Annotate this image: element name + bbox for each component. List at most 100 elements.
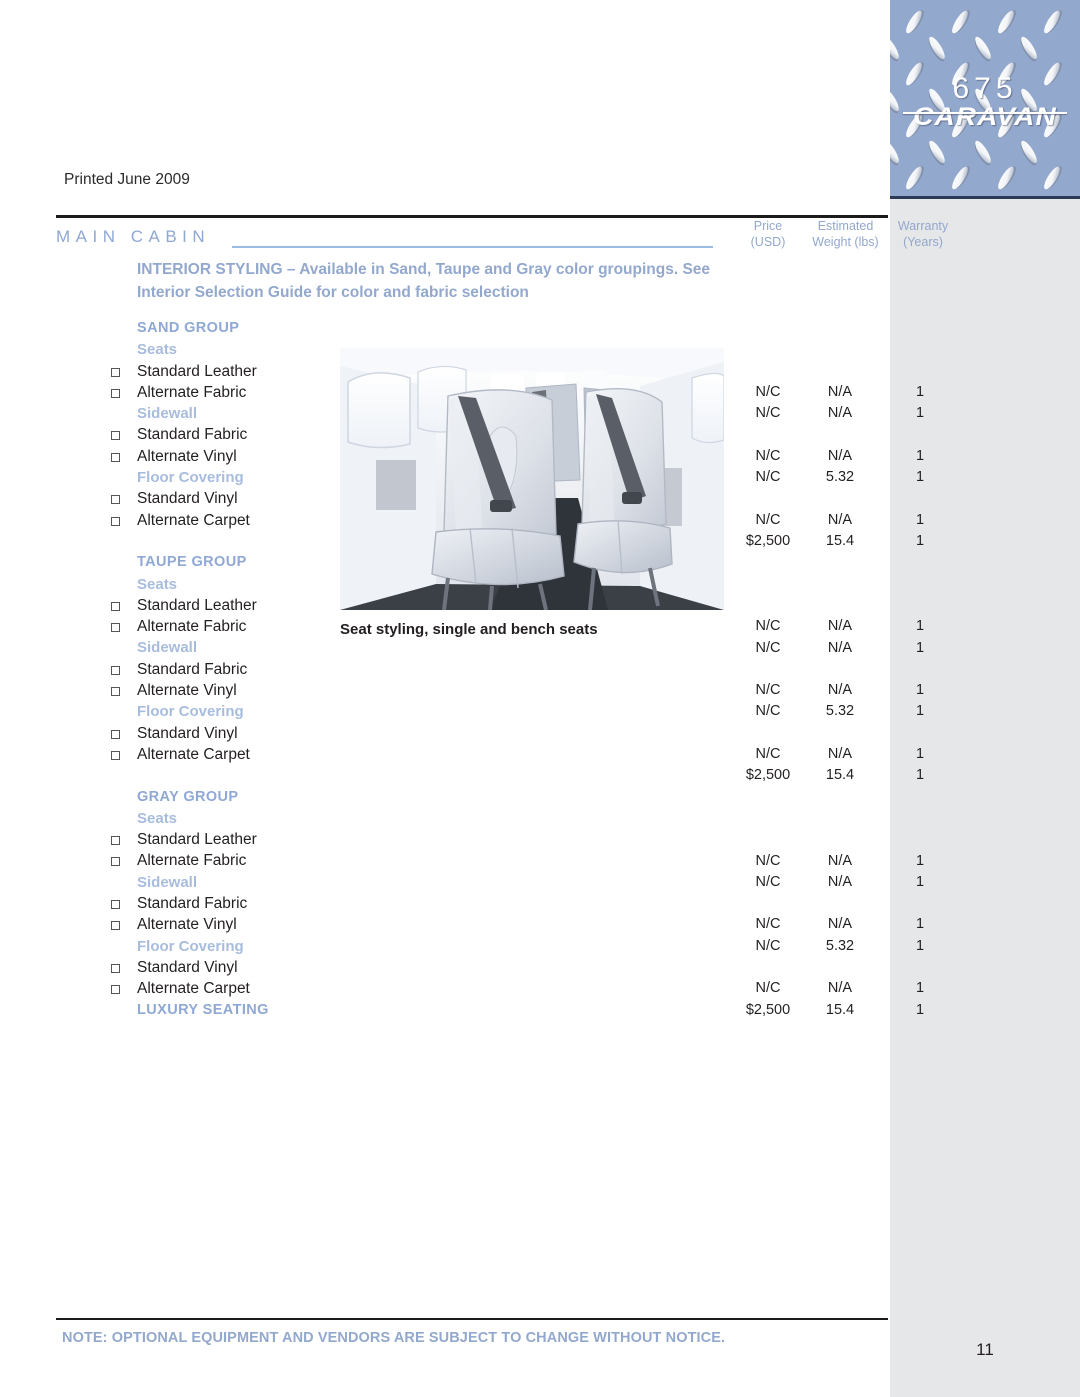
option-checkbox[interactable] xyxy=(111,921,120,931)
weight-value: N/A xyxy=(827,383,853,400)
column-header-weight-line1: Estimated xyxy=(817,219,874,233)
option-row: Alternate Vinyl xyxy=(56,448,356,469)
weight-value: N/A xyxy=(827,852,853,869)
footer-rule xyxy=(56,1318,888,1320)
option-label: Standard Vinyl xyxy=(137,724,238,742)
option-label: Alternate Vinyl xyxy=(137,682,237,700)
option-label: Standard Fabric xyxy=(137,426,248,444)
option-checkbox[interactable] xyxy=(111,836,120,846)
option-checkbox[interactable] xyxy=(111,985,120,995)
option-label: Alternate Fabric xyxy=(137,618,247,636)
subgroup-heading: Seats xyxy=(137,341,178,359)
column-header-price-line1: Price xyxy=(753,219,783,233)
option-label: Standard Leather xyxy=(137,362,257,380)
subgroup-heading-row: Seats xyxy=(56,576,356,597)
weight-value: N/A xyxy=(827,980,853,997)
subgroup-heading-row: Sidewall xyxy=(56,639,356,660)
option-row: Standard Leather xyxy=(56,831,356,852)
subgroup-heading: Sidewall xyxy=(137,639,198,657)
warranty-value: 1 xyxy=(915,746,925,762)
price-value: N/C xyxy=(755,852,781,869)
weight-value: 5.32 xyxy=(825,469,855,486)
column-header-weight-line2: Weight (lbs) xyxy=(812,235,879,249)
price-value: N/C xyxy=(755,447,781,464)
column-header-warranty-line2: (Years) xyxy=(903,235,943,249)
option-label: Alternate Fabric xyxy=(137,383,247,401)
weight-value: 15.4 xyxy=(825,1001,855,1018)
option-label: Alternate Carpet xyxy=(137,511,250,529)
option-checkbox[interactable] xyxy=(111,601,120,611)
price-value: $2,500 xyxy=(745,767,791,784)
column-header-price: Price (USD) xyxy=(735,218,801,250)
option-checkbox[interactable] xyxy=(111,665,120,675)
price-value: N/C xyxy=(755,873,781,890)
group-heading: GRAY GROUP xyxy=(137,788,239,805)
price-value: N/C xyxy=(755,746,781,762)
option-checkbox[interactable] xyxy=(111,495,120,505)
page-number: 11 xyxy=(976,1340,994,1359)
model-banner: 675 CARAVAN xyxy=(890,0,1080,196)
weight-value: 15.4 xyxy=(825,767,855,784)
weight-value: N/A xyxy=(827,746,853,762)
option-checkbox[interactable] xyxy=(111,367,120,377)
price-value: N/C xyxy=(755,469,781,486)
group-heading-row: SAND GROUP xyxy=(56,320,356,341)
weight-value: N/A xyxy=(827,447,853,464)
option-checkbox[interactable] xyxy=(111,900,120,910)
group-heading: TAUPE GROUP xyxy=(137,554,247,571)
option-row: Alternate Fabric xyxy=(56,384,356,405)
weight-value: N/A xyxy=(827,682,853,699)
option-checkbox[interactable] xyxy=(111,431,120,441)
column-header-warranty: Warranty (Years) xyxy=(890,218,956,250)
option-row: Alternate Carpet xyxy=(56,746,356,767)
subgroup-heading-row: Sidewall xyxy=(56,874,356,895)
subgroup-heading-row: Seats xyxy=(56,810,356,831)
weight-value: 5.32 xyxy=(825,703,855,720)
printed-date: Printed June 2009 xyxy=(64,171,190,188)
subgroup-heading-row: Floor Covering xyxy=(56,938,356,959)
subgroup-heading-row: Floor Covering xyxy=(56,703,356,724)
warranty-value: 1 xyxy=(915,533,925,549)
warranty-value: 1 xyxy=(915,703,925,720)
subgroup-heading-row: Floor Covering xyxy=(56,469,356,490)
price-value: N/C xyxy=(755,703,781,720)
option-row: Standard Leather xyxy=(56,597,356,618)
spacer-row xyxy=(56,767,356,788)
group-heading-row: LUXURY SEATING xyxy=(56,1002,356,1023)
warranty-value: 1 xyxy=(915,980,925,997)
price-value: N/C xyxy=(755,639,781,656)
option-checkbox[interactable] xyxy=(111,750,120,760)
option-row: Alternate Carpet xyxy=(56,980,356,1001)
option-checkbox[interactable] xyxy=(111,452,120,462)
option-label: Standard Fabric xyxy=(137,895,248,913)
price-value: N/C xyxy=(755,980,781,997)
option-checkbox[interactable] xyxy=(111,857,120,867)
option-row: Standard Vinyl xyxy=(56,490,356,511)
warranty-value: 1 xyxy=(915,469,925,486)
option-row: Standard Leather xyxy=(56,363,356,384)
options-label-column: SAND GROUP Seats Standard Leather Alternate… xyxy=(56,320,356,1023)
page-title: MAIN CABIN xyxy=(56,227,211,246)
option-row: Standard Fabric xyxy=(56,426,356,447)
option-checkbox[interactable] xyxy=(111,388,120,398)
option-label: Alternate Vinyl xyxy=(137,916,237,934)
page-title-underline xyxy=(232,246,713,248)
option-label: Standard Fabric xyxy=(137,660,248,678)
option-label: Standard Vinyl xyxy=(137,490,238,508)
price-value: $2,500 xyxy=(745,1001,791,1018)
cabin-interior-photo xyxy=(340,348,724,610)
warranty-value: 1 xyxy=(915,405,925,422)
option-checkbox[interactable] xyxy=(111,963,120,973)
weight-value: N/A xyxy=(827,405,853,422)
option-checkbox[interactable] xyxy=(111,623,120,633)
spacer-row xyxy=(56,533,356,554)
price-value: N/C xyxy=(755,618,781,635)
subgroup-heading-row: Sidewall xyxy=(56,405,356,426)
warranty-value: 1 xyxy=(915,1001,925,1018)
option-checkbox[interactable] xyxy=(111,516,120,526)
weight-value: N/A xyxy=(827,618,853,635)
warranty-value: 1 xyxy=(915,873,925,890)
option-checkbox[interactable] xyxy=(111,687,120,697)
footer-note: NOTE: OPTIONAL EQUIPMENT AND VENDORS ARE… xyxy=(62,1330,726,1346)
option-checkbox[interactable] xyxy=(111,729,120,739)
